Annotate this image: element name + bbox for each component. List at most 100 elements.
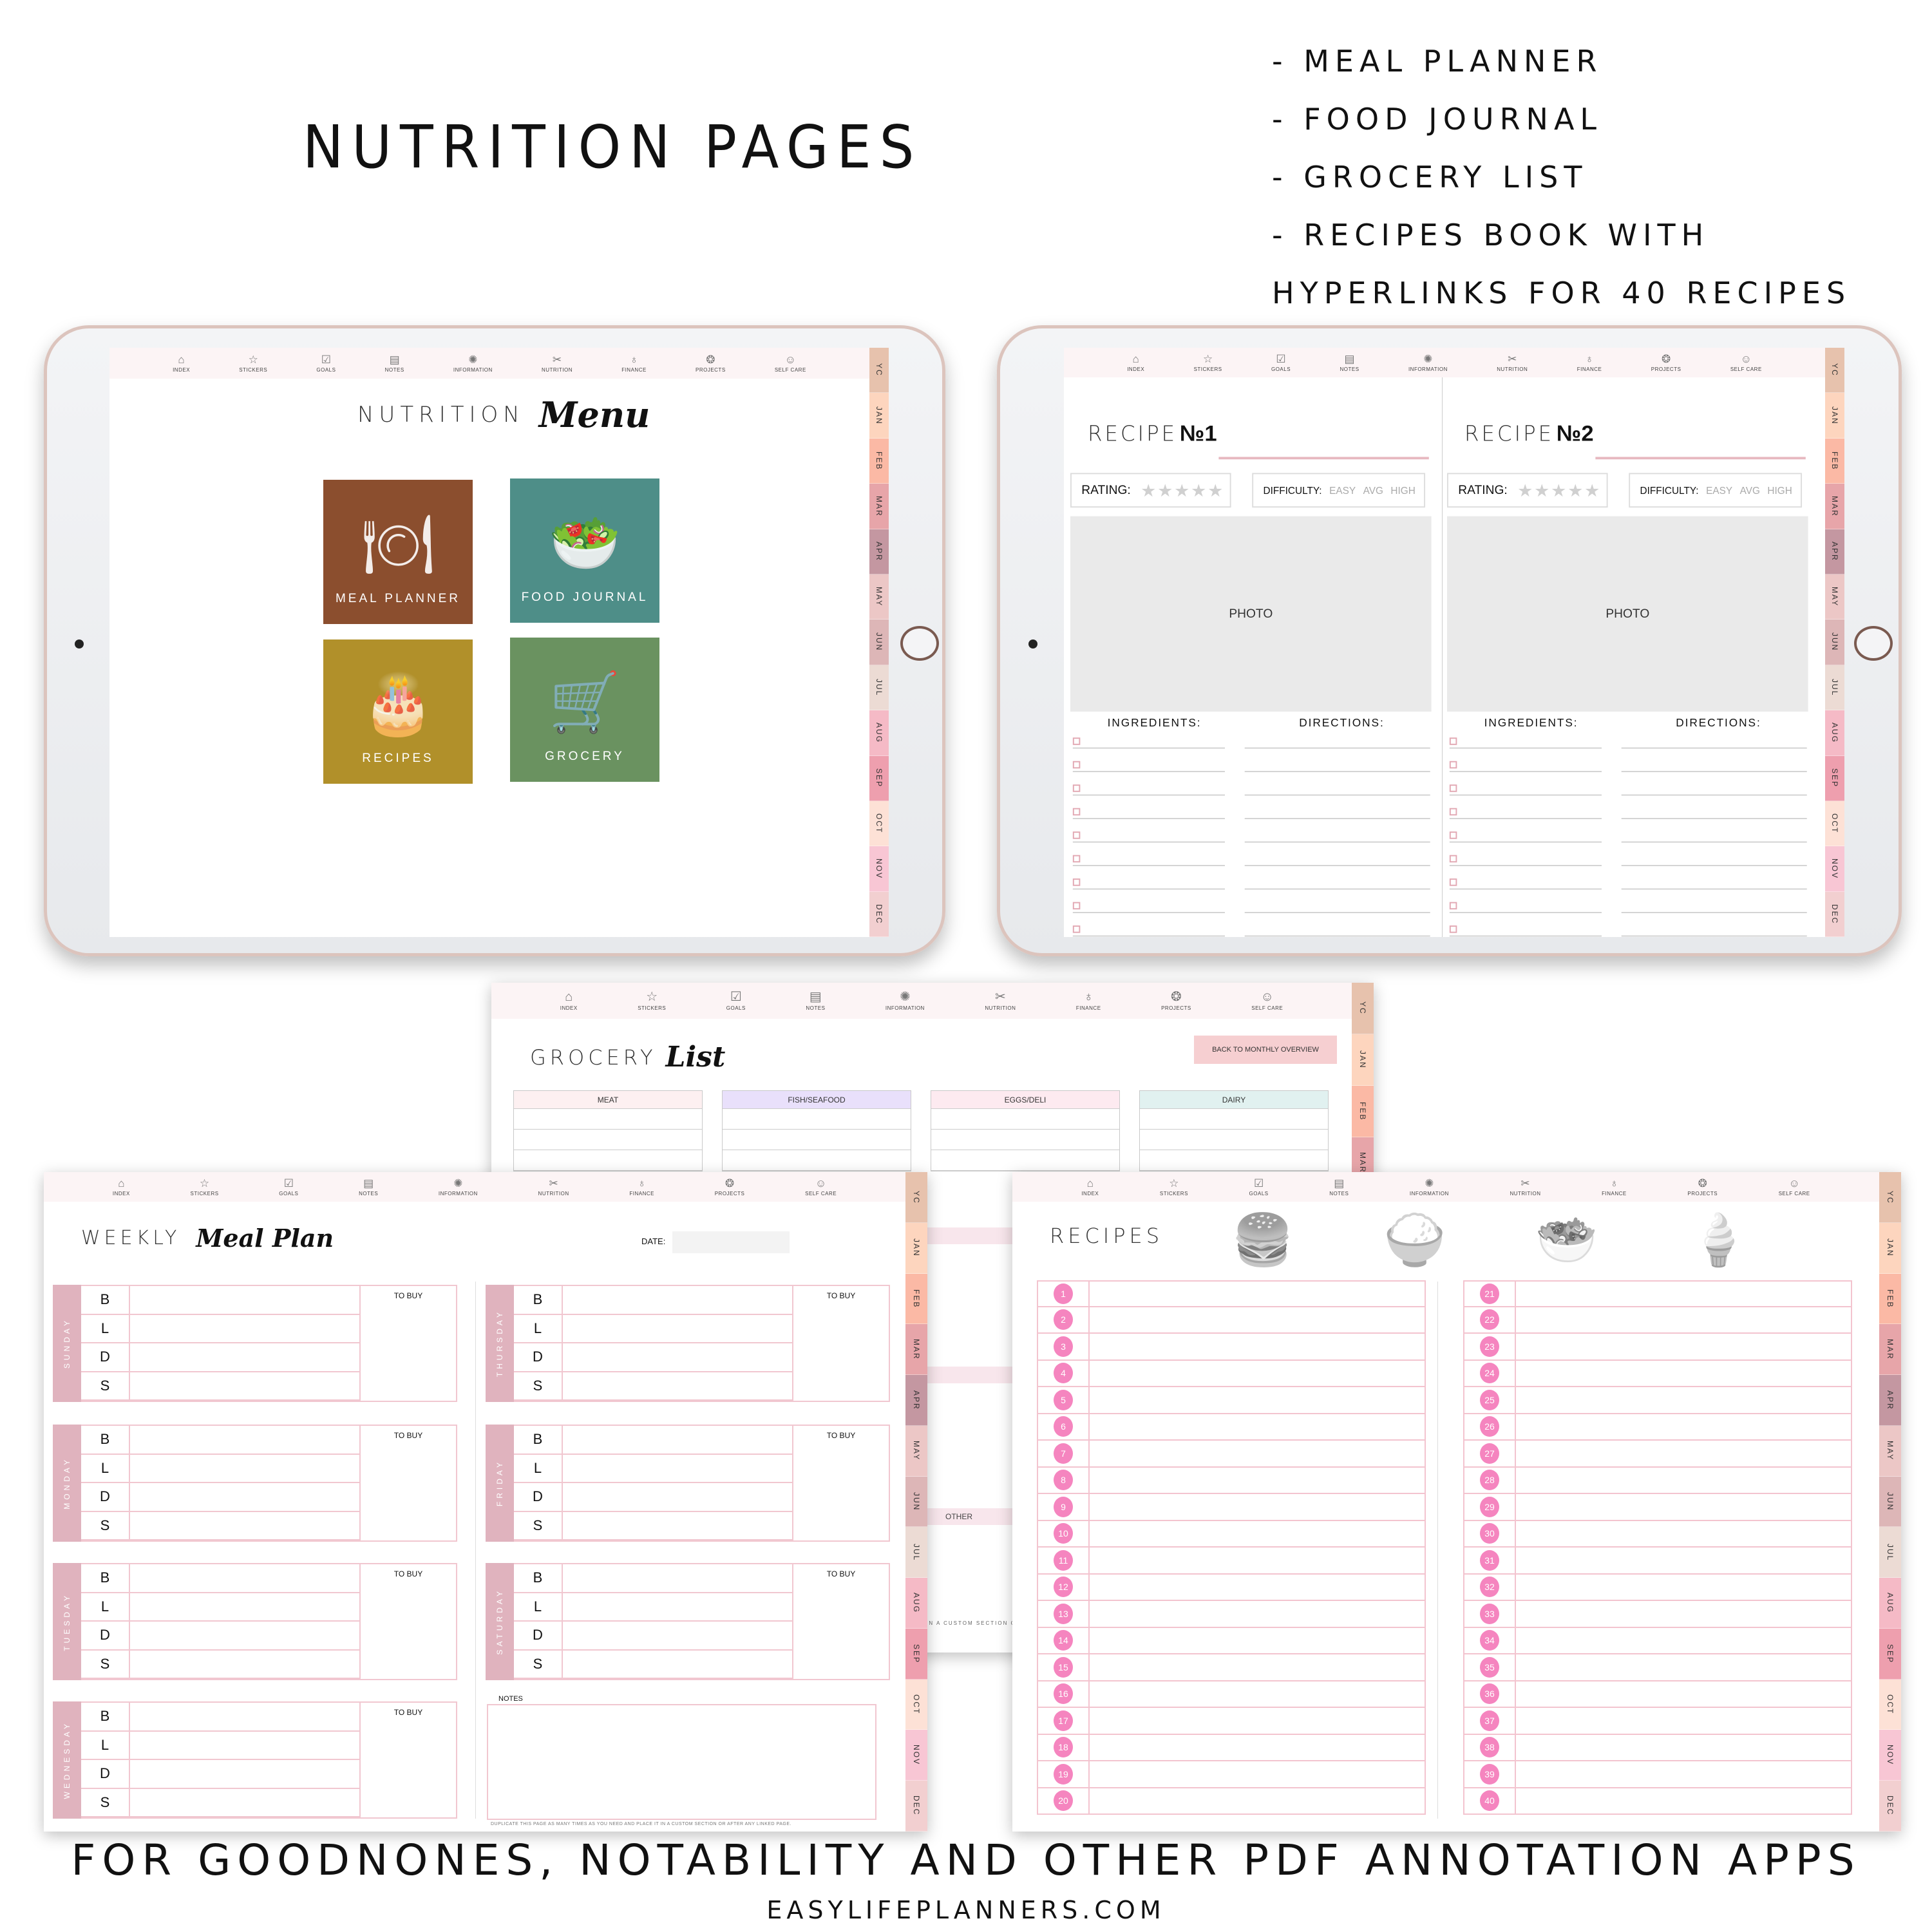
- tab-month-feb[interactable]: FEB: [1825, 438, 1844, 484]
- ingredient-line[interactable]: [1449, 935, 1602, 937]
- meal-input[interactable]: [563, 1426, 793, 1455]
- tab-month-sep[interactable]: SEP: [1825, 755, 1844, 801]
- nav-item-index[interactable]: ⌂ INDEX: [1081, 1178, 1099, 1197]
- meal-input[interactable]: [563, 1286, 793, 1315]
- recipe-link-row[interactable]: 23: [1463, 1334, 1852, 1361]
- tab-month-feb[interactable]: FEB: [1879, 1273, 1901, 1325]
- recipe-link-row[interactable]: 34: [1463, 1627, 1852, 1654]
- recipe-name-input[interactable]: [1090, 1441, 1425, 1466]
- recipe-name-input[interactable]: [1090, 1361, 1425, 1387]
- ingredient-line[interactable]: [1072, 865, 1225, 866]
- ingredient-line[interactable]: [1449, 841, 1602, 843]
- meal-input[interactable]: [563, 1511, 793, 1540]
- ingredient-line[interactable]: [1072, 912, 1225, 913]
- nav-item-nutrition[interactable]: ✂ NUTRITION: [1497, 354, 1528, 372]
- tile-meal-planner[interactable]: 🍽 MEAL PLANNER: [323, 480, 473, 624]
- tab-month-feb[interactable]: FEB: [1352, 1086, 1374, 1137]
- recipe-name-input[interactable]: [1090, 1575, 1425, 1600]
- recipe-link-row[interactable]: 38: [1463, 1734, 1852, 1761]
- ingredient-checkbox[interactable]: [1449, 878, 1457, 886]
- ingredient-line[interactable]: [1449, 771, 1602, 773]
- recipe-link-row[interactable]: 13: [1037, 1601, 1426, 1628]
- tab-month-feb[interactable]: FEB: [905, 1273, 927, 1325]
- meal-input[interactable]: [130, 1372, 361, 1401]
- tab-month-jan[interactable]: JAN: [905, 1222, 927, 1274]
- difficulty-option-high[interactable]: HIGH: [1767, 485, 1792, 496]
- meal-input[interactable]: [563, 1372, 793, 1401]
- meal-input[interactable]: [563, 1564, 793, 1593]
- ingredient-line[interactable]: [1072, 888, 1225, 890]
- nav-item-information[interactable]: ✺ INFORMATION: [886, 990, 925, 1011]
- recipe-name-input[interactable]: [1516, 1441, 1851, 1466]
- difficulty-option-easy[interactable]: EASY: [1706, 485, 1732, 496]
- recipe-name-input[interactable]: [1516, 1708, 1851, 1734]
- recipe-name-input[interactable]: [1516, 1601, 1851, 1627]
- grocery-item-line[interactable]: [514, 1109, 702, 1130]
- direction-line[interactable]: [1244, 912, 1430, 913]
- tab-month-apr[interactable]: APR: [905, 1375, 927, 1426]
- meal-input[interactable]: [563, 1454, 793, 1483]
- ingredient-checkbox[interactable]: [1072, 902, 1081, 910]
- tab-month-mar[interactable]: MAR: [1879, 1324, 1901, 1376]
- recipe-link-row[interactable]: 6: [1037, 1414, 1426, 1441]
- tab-month-mar[interactable]: MAR: [869, 484, 889, 529]
- nav-item-notes[interactable]: ▤ NOTES: [385, 354, 404, 373]
- recipe-name-input[interactable]: [1516, 1628, 1851, 1654]
- direction-line[interactable]: [1244, 747, 1430, 749]
- ingredient-checkbox[interactable]: [1449, 808, 1457, 816]
- ingredient-checkbox[interactable]: [1072, 761, 1081, 769]
- ingredient-line[interactable]: [1449, 818, 1602, 819]
- nav-item-stickers[interactable]: ☆ STICKERS: [191, 1178, 219, 1197]
- recipe-name-input[interactable]: [1516, 1361, 1851, 1387]
- back-to-monthly-overview-button[interactable]: BACK TO MONTHLY OVERVIEW: [1194, 1036, 1337, 1064]
- grocery-item-line[interactable]: [514, 1130, 702, 1150]
- meal-input[interactable]: [130, 1426, 361, 1455]
- nav-item-finance[interactable]: ♁ FINANCE: [1602, 1178, 1627, 1197]
- nav-item-projects[interactable]: ❂ PROJECTS: [1161, 990, 1191, 1011]
- nav-item-projects[interactable]: ❂ PROJECTS: [1651, 354, 1681, 372]
- recipe-name-input[interactable]: [1090, 1735, 1425, 1761]
- tab-month-jan[interactable]: JAN: [1352, 1034, 1374, 1086]
- recipe-name-input[interactable]: [1090, 1307, 1425, 1333]
- nav-item-nutrition[interactable]: ✂ NUTRITION: [538, 1178, 569, 1197]
- ingredient-checkbox[interactable]: [1449, 902, 1457, 910]
- recipe-name-input[interactable]: [1090, 1708, 1425, 1734]
- nav-item-index[interactable]: ⌂ INDEX: [1127, 354, 1144, 372]
- ingredient-checkbox[interactable]: [1072, 784, 1081, 792]
- nav-item-finance[interactable]: ♁ FINANCE: [1076, 990, 1101, 1011]
- meal-input[interactable]: [130, 1483, 361, 1512]
- ingredient-line[interactable]: [1072, 747, 1225, 749]
- tab-month-may[interactable]: MAY: [869, 574, 889, 620]
- recipe-name-input[interactable]: [1516, 1788, 1851, 1814]
- recipe-name-input[interactable]: [1516, 1735, 1851, 1761]
- tab-month-jun[interactable]: JUN: [1825, 620, 1844, 665]
- direction-line[interactable]: [1621, 794, 1807, 796]
- tab-month-oct[interactable]: OCT: [869, 800, 889, 847]
- recipe-link-row[interactable]: 31: [1463, 1548, 1852, 1575]
- tab-month-nov[interactable]: NOV: [869, 846, 889, 892]
- nav-item-stickers[interactable]: ☆ STICKERS: [239, 354, 267, 373]
- nav-item-goals[interactable]: ☑ GOALS: [1249, 1178, 1269, 1197]
- recipe-link-row[interactable]: 37: [1463, 1708, 1852, 1735]
- ingredient-checkbox[interactable]: [1072, 855, 1081, 863]
- date-input[interactable]: [672, 1231, 790, 1253]
- tab-month-nov[interactable]: NOV: [1879, 1730, 1901, 1781]
- meal-input[interactable]: [130, 1622, 361, 1651]
- tab-month-dec[interactable]: DEC: [1879, 1781, 1901, 1832]
- nav-item-projects[interactable]: ❂ PROJECTS: [696, 354, 726, 373]
- grocery-item-line[interactable]: [514, 1150, 702, 1171]
- tab-month-aug[interactable]: AUG: [905, 1578, 927, 1629]
- ingredient-line[interactable]: [1072, 935, 1225, 937]
- recipe-link-row[interactable]: 22: [1463, 1307, 1852, 1334]
- tab-month-jun[interactable]: JUN: [1879, 1476, 1901, 1528]
- meal-input[interactable]: [563, 1314, 793, 1343]
- direction-line[interactable]: [1244, 935, 1430, 937]
- recipe-name-input[interactable]: [1090, 1494, 1425, 1520]
- nav-item-self-care[interactable]: ☺ SELF CARE: [1251, 990, 1283, 1011]
- tile-grocery[interactable]: 🛒 GROCERY: [510, 638, 659, 782]
- recipe-name-input[interactable]: [1090, 1334, 1425, 1359]
- to-buy-area[interactable]: TO BUY: [361, 1426, 456, 1540]
- recipe-link-row[interactable]: 36: [1463, 1681, 1852, 1708]
- tab-month-jul[interactable]: JUL: [905, 1527, 927, 1578]
- recipe-link-row[interactable]: 33: [1463, 1601, 1852, 1628]
